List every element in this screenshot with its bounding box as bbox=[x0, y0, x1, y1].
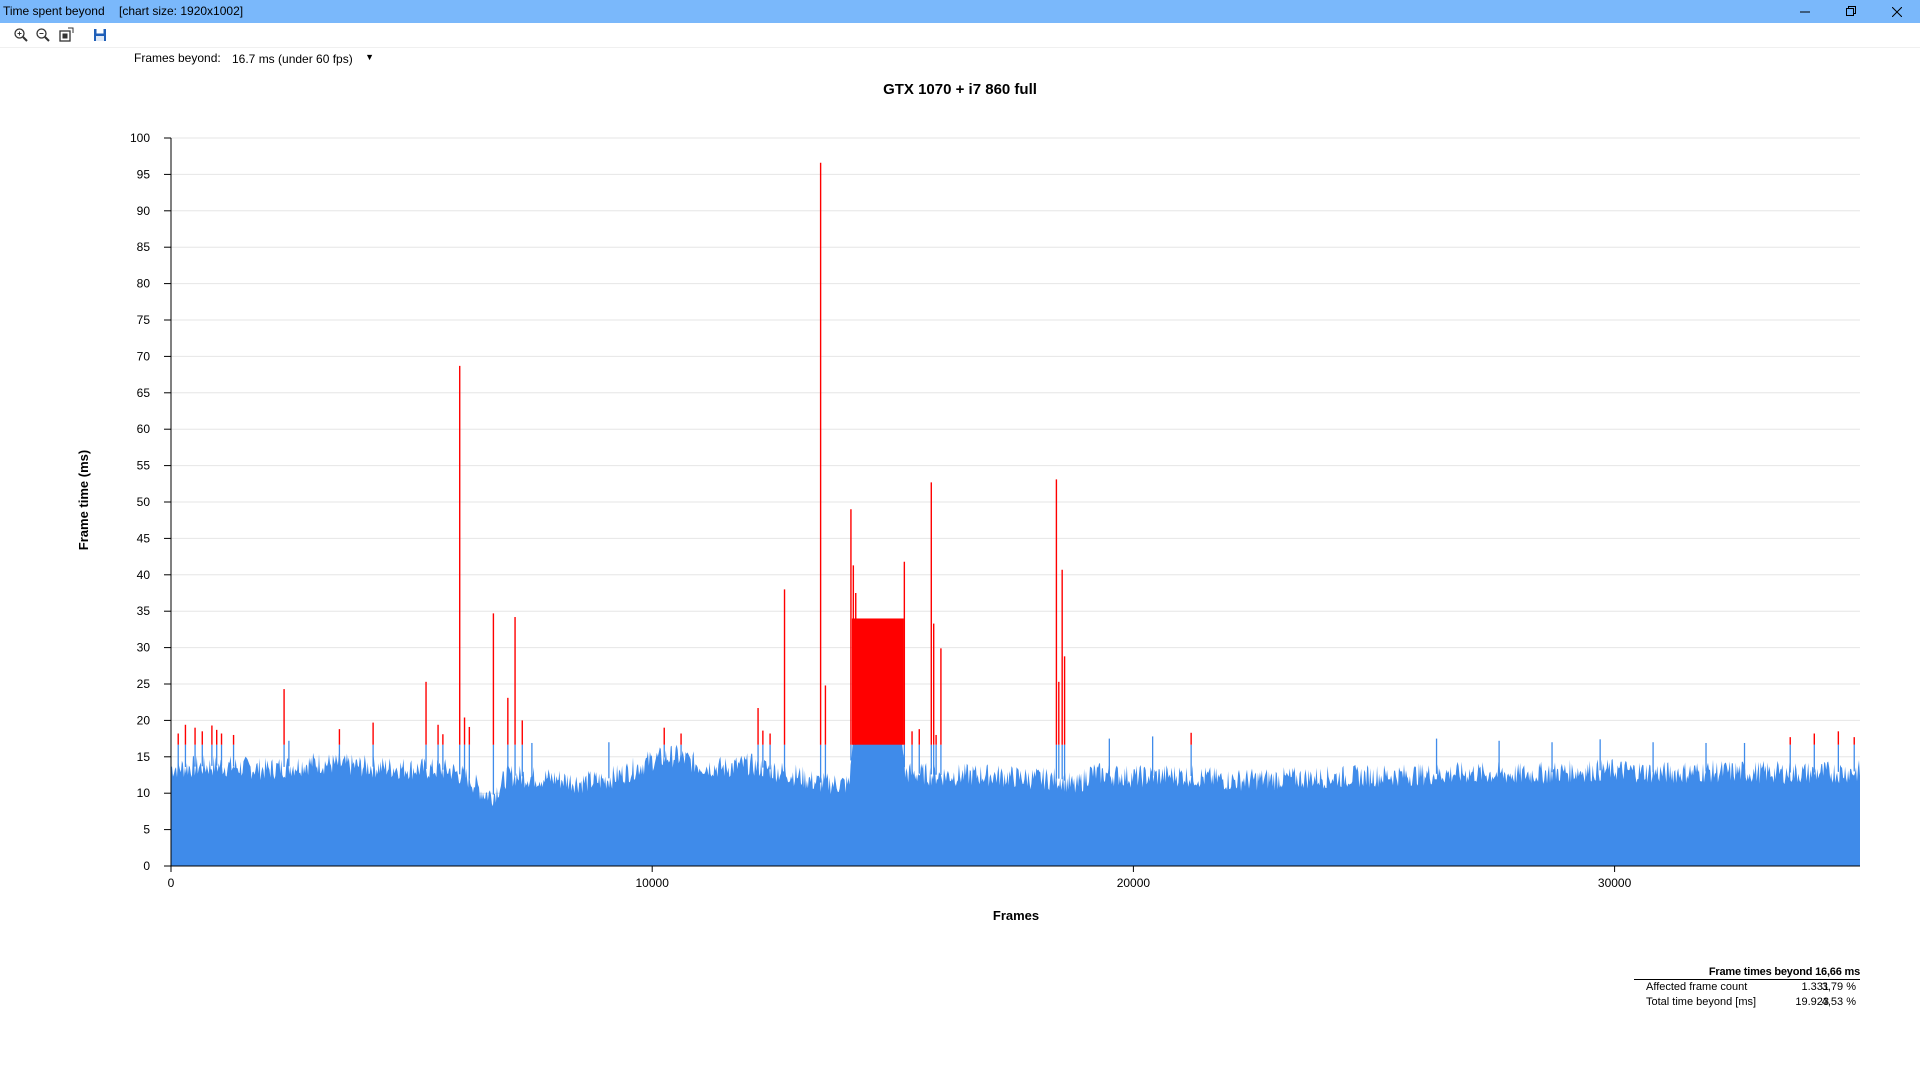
y-tick-label: 50 bbox=[137, 495, 151, 509]
close-button[interactable] bbox=[1874, 0, 1920, 23]
save-icon[interactable] bbox=[92, 27, 108, 43]
stats-percent: 4,53 % bbox=[1821, 996, 1856, 1008]
restore-button[interactable] bbox=[1828, 0, 1874, 23]
stats-header: Frame times beyond 16,66 ms bbox=[1634, 966, 1860, 980]
restore-icon bbox=[1845, 6, 1856, 16]
stats-label: Affected frame count bbox=[1646, 981, 1748, 993]
y-tick-label: 30 bbox=[137, 641, 151, 655]
x-tick-label: 0 bbox=[168, 876, 175, 890]
y-axis-label: Frame time (ms) bbox=[76, 450, 91, 550]
frame-time-chart: 0 5 10 15 20 25 30 35 40 45 50 55 60 65 70 75 80 85 90 95 10… bbox=[76, 81, 1860, 923]
stats-row-total: Total time beyond [ms] 19.923 4,53 % bbox=[1634, 996, 1860, 1010]
chart-bars bbox=[171, 162, 1860, 866]
y-tick-label: 45 bbox=[137, 531, 151, 545]
y-tick-label: 60 bbox=[137, 422, 151, 436]
y-tick-label: 80 bbox=[137, 277, 151, 291]
y-tick-label: 10 bbox=[137, 786, 151, 800]
stats-label: Total time beyond [ms] bbox=[1646, 996, 1757, 1008]
y-tick-label: 70 bbox=[137, 349, 151, 363]
y-tick-label: 55 bbox=[137, 459, 151, 473]
fit-window-icon[interactable] bbox=[58, 27, 74, 43]
y-tick-label: 20 bbox=[137, 713, 151, 727]
y-tick-label: 5 bbox=[143, 823, 150, 837]
title-bar: Time spent beyond [chart size: 1920x1002… bbox=[0, 0, 1920, 23]
beyond-threshold-block bbox=[851, 618, 904, 745]
close-icon bbox=[1892, 6, 1902, 17]
y-tick-label: 35 bbox=[137, 604, 151, 618]
y-tick-label: 0 bbox=[143, 859, 150, 873]
y-tick-label: 15 bbox=[137, 750, 151, 764]
zoom-in-icon[interactable] bbox=[13, 27, 29, 43]
minimize-button[interactable] bbox=[1782, 0, 1828, 23]
y-tick-label: 90 bbox=[137, 204, 151, 218]
stats-row-affected: Affected frame count 1.331 3,79 % bbox=[1634, 981, 1860, 995]
minimize-icon bbox=[1800, 11, 1810, 12]
chart-grid bbox=[171, 137, 1860, 831]
x-axis-label: Frames bbox=[993, 908, 1039, 923]
y-tick-label: 40 bbox=[137, 568, 151, 582]
y-tick-label: 25 bbox=[137, 677, 151, 691]
chart-size-label: [chart size: 1920x1002] bbox=[119, 4, 244, 18]
x-tick-label: 20000 bbox=[1117, 876, 1151, 890]
stats-percent: 3,79 % bbox=[1821, 981, 1856, 993]
y-tick-label: 95 bbox=[137, 167, 151, 181]
zoom-out-icon[interactable] bbox=[35, 27, 51, 43]
stats-panel: Frame times beyond 16,66 ms Affected fra… bbox=[1634, 966, 1860, 1010]
y-tick-label: 100 bbox=[130, 131, 150, 145]
y-tick-label: 75 bbox=[137, 313, 151, 327]
window-title: Time spent beyond bbox=[3, 4, 105, 18]
x-tick-label: 30000 bbox=[1598, 876, 1632, 890]
chart-title: GTX 1070 + i7 860 full bbox=[883, 81, 1037, 98]
frame-time-area bbox=[171, 744, 1860, 866]
y-tick-label: 85 bbox=[137, 240, 151, 254]
y-tick-label: 65 bbox=[137, 386, 151, 400]
toolbar: Frames beyond: 16.7 ms (under 60 fps) ▼ bbox=[0, 23, 1920, 66]
x-tick-label: 10000 bbox=[636, 876, 670, 890]
